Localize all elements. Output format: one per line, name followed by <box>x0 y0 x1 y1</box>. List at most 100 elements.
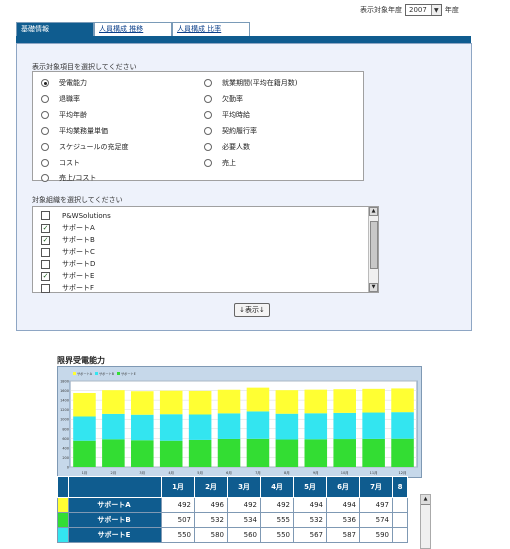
org-label: サポートD <box>62 260 96 268</box>
table-cell: 590 <box>359 527 393 543</box>
metric-label: 退職率 <box>59 95 80 103</box>
checkbox[interactable] <box>41 283 50 293</box>
org-label: サポートB <box>62 236 95 244</box>
metric-label: 必要人数 <box>222 143 250 151</box>
org-label: サポートF <box>62 284 95 292</box>
tab-staff-trend[interactable]: 人員構成 推移 <box>94 22 172 36</box>
bar-segment <box>159 390 183 415</box>
col-header: 2月 <box>194 476 228 498</box>
org-item[interactable]: ✓ サポートE <box>41 271 94 281</box>
year-select[interactable]: 2007 ▼ <box>405 4 442 16</box>
org-label: サポートE <box>62 272 95 280</box>
y-tick-label: 1400 <box>60 399 69 403</box>
metric-item[interactable]: 平均業務量単価 <box>41 126 108 136</box>
metric-item[interactable]: 退職率 <box>41 94 80 104</box>
org-label: サポートC <box>62 248 95 256</box>
metric-label: 受電能力 <box>59 79 87 87</box>
stacked-bar-chart: 0 200 400 600 800 1000 1200 1400 1600 1800 1月 2月 3月 4… <box>60 371 418 475</box>
chevron-down-icon[interactable]: ▼ <box>430 5 441 15</box>
metric-label: スケジュールの充足度 <box>59 143 129 151</box>
bar-segment <box>217 413 241 439</box>
radio[interactable] <box>204 79 212 87</box>
show-button[interactable]: ↓表示↓ <box>234 303 270 317</box>
year-value: 2007 <box>409 6 427 14</box>
data-table-wrap: 1月 2月 3月 4月 5月 6月 7月 8 サポートA 492 496 492… <box>57 476 420 547</box>
metric-item[interactable]: 受電能力 <box>41 78 87 88</box>
x-tick-label: 1月 <box>82 470 88 475</box>
metric-item[interactable]: 契約履行率 <box>204 126 257 136</box>
bar-segment <box>304 389 328 414</box>
metric-label: 平均時給 <box>222 111 250 119</box>
checkbox[interactable] <box>41 259 50 269</box>
radio-selected[interactable] <box>41 79 49 87</box>
metric-item[interactable]: 売上/コスト <box>41 173 96 183</box>
table-cell: 496 <box>194 497 228 513</box>
checkbox-checked[interactable]: ✓ <box>41 223 50 233</box>
table-cell <box>392 512 408 528</box>
radio[interactable] <box>41 143 49 151</box>
metric-item[interactable]: 就業期間(平均在籍月数) <box>204 78 297 88</box>
org-item[interactable]: サポートC <box>41 247 95 257</box>
metric-item[interactable]: 必要人数 <box>204 142 250 152</box>
metric-item[interactable]: コスト <box>41 158 80 168</box>
scroll-up-icon[interactable]: ▲ <box>421 495 430 505</box>
bar-segment <box>246 438 270 467</box>
col-header: 6月 <box>326 476 360 498</box>
tab-staff-ratio[interactable]: 人員構成 比率 <box>172 22 250 36</box>
radio[interactable] <box>204 95 212 103</box>
radio[interactable] <box>204 127 212 135</box>
metric-label: コスト <box>59 159 80 167</box>
metric-item[interactable]: 欠勤率 <box>204 94 243 104</box>
metric-item[interactable]: スケジュールの充足度 <box>41 142 129 152</box>
metric-item[interactable]: 平均時給 <box>204 110 250 120</box>
table-cell: 492 <box>260 497 294 513</box>
metric-item[interactable]: 売上 <box>204 158 236 168</box>
org-item[interactable]: サポートF <box>41 283 94 293</box>
table-scrollbar[interactable]: ▲ <box>420 494 431 549</box>
x-tick-label: 11月 <box>370 470 378 475</box>
radio[interactable] <box>204 143 212 151</box>
bar-segment <box>304 439 328 467</box>
checkbox-checked[interactable]: ✓ <box>41 271 50 281</box>
scroll-up-icon[interactable]: ▲ <box>369 207 378 216</box>
tab-basic-info[interactable]: 基礎情報 <box>16 22 94 36</box>
radio[interactable] <box>41 95 49 103</box>
scroll-thumb[interactable] <box>370 221 378 269</box>
org-item[interactable]: サポートD <box>41 259 95 269</box>
radio[interactable] <box>204 159 212 167</box>
checkbox[interactable] <box>41 247 50 257</box>
checkbox[interactable] <box>41 211 50 220</box>
metric-label: 就業期間(平均在籍月数) <box>222 79 298 87</box>
radio[interactable] <box>41 174 49 182</box>
scroll-down-icon[interactable]: ▼ <box>369 283 378 292</box>
table-cell: 550 <box>161 527 195 543</box>
table-cell: 507 <box>161 512 195 528</box>
radio[interactable] <box>41 159 49 167</box>
bar-segment <box>391 438 414 467</box>
metric-label: 欠勤率 <box>222 95 243 103</box>
bar-segment <box>73 440 96 467</box>
bar-segment <box>159 440 183 467</box>
radio[interactable] <box>41 111 49 119</box>
table-cell: 574 <box>359 512 393 528</box>
org-list-scrollbar[interactable]: ▲ ▼ <box>368 207 378 292</box>
bar-segment <box>131 414 154 441</box>
metric-item[interactable]: 平均年齢 <box>41 110 87 120</box>
org-item[interactable]: P&WSolutions <box>41 211 111 220</box>
bar-segment <box>131 440 154 467</box>
org-item[interactable]: ✓ サポートA <box>41 223 95 233</box>
radio[interactable] <box>204 111 212 119</box>
legend-swatch <box>73 372 76 375</box>
table-cell: 494 <box>293 497 327 513</box>
metric-label: 売上/コスト <box>59 174 97 182</box>
x-tick-label: 2月 <box>111 470 117 475</box>
checkbox-checked[interactable]: ✓ <box>41 235 50 245</box>
radio[interactable] <box>41 127 49 135</box>
bar-segment <box>362 412 385 439</box>
table-cell: 555 <box>260 512 294 528</box>
table-row: サポートB 507 532 534 555 532 536 574 <box>57 512 408 528</box>
bar-segment <box>246 387 270 412</box>
org-item[interactable]: ✓ サポートB <box>41 235 95 245</box>
org-list-box[interactable]: P&WSolutions ✓ サポートA ✓ サポートB サポートC サポートD ✓… <box>32 206 379 293</box>
y-tick-label: 200 <box>62 456 69 460</box>
